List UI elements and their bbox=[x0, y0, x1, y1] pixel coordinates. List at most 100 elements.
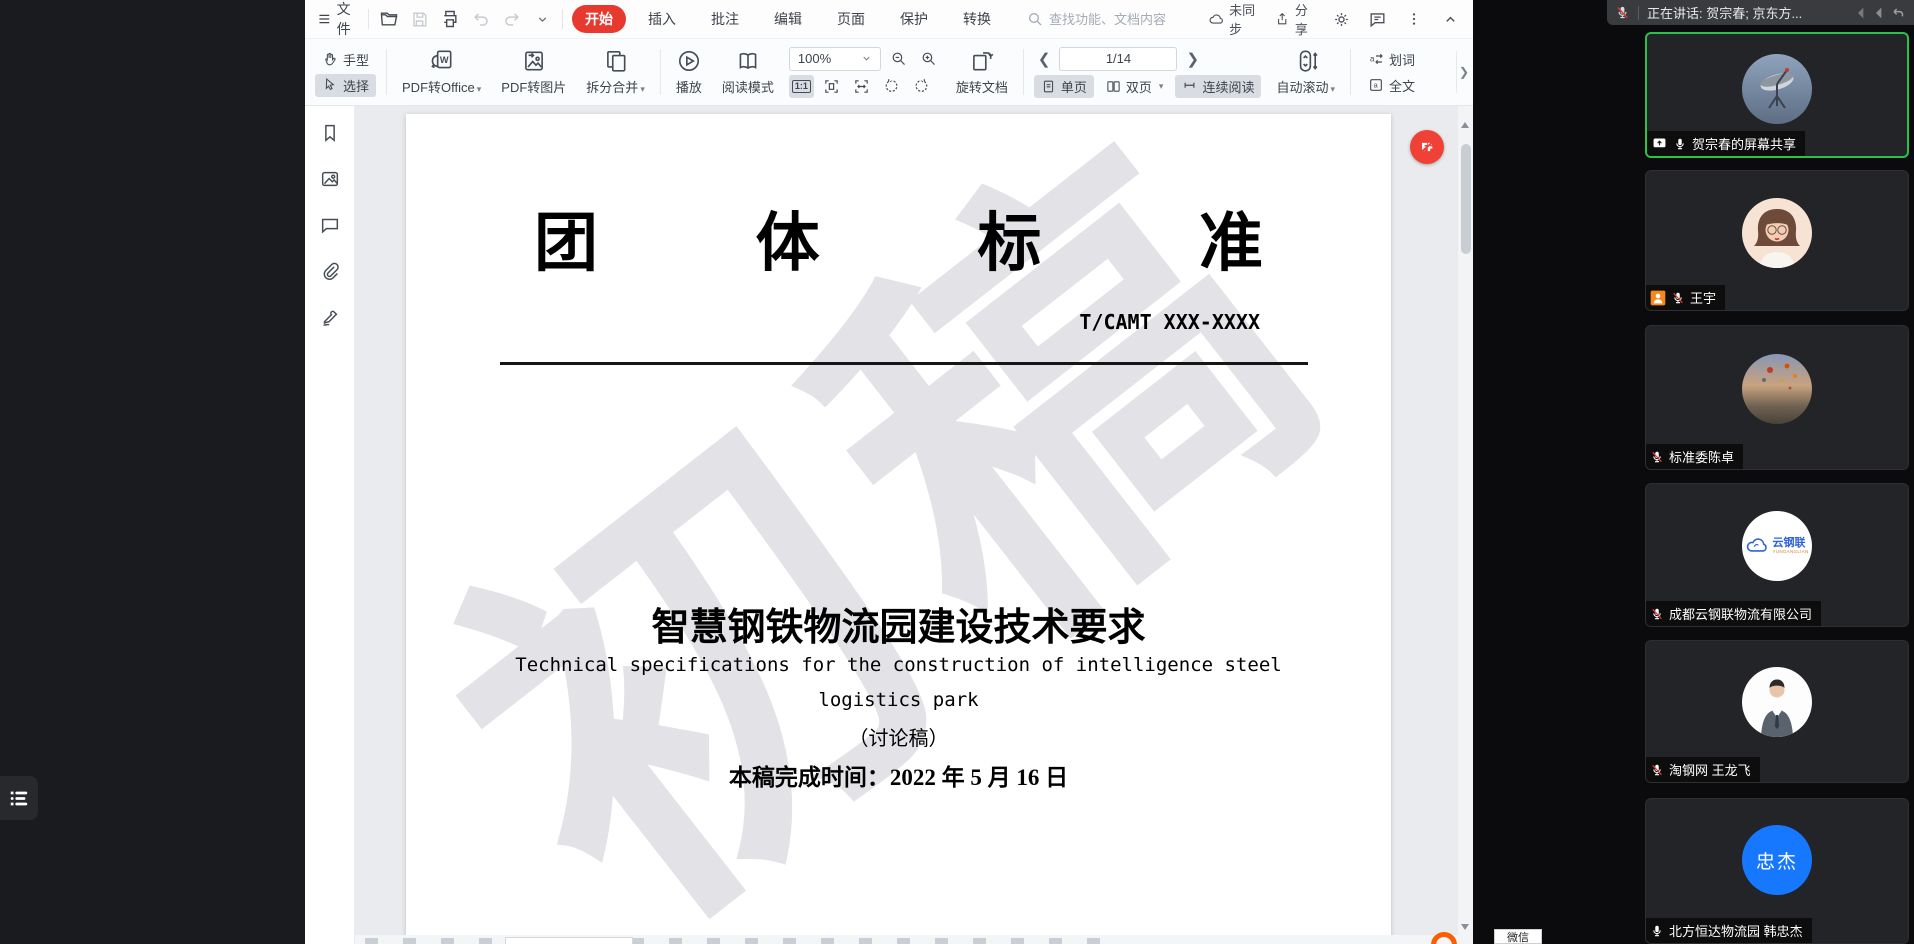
rotate-document-button[interactable]: 旋转文档 bbox=[951, 48, 1013, 96]
more-tools-expander[interactable]: ❯ bbox=[1456, 51, 1471, 93]
scroll-down-arrow[interactable] bbox=[1461, 924, 1469, 930]
attachments-panel-button[interactable] bbox=[319, 260, 341, 282]
undo-button[interactable] bbox=[470, 7, 492, 31]
fit-width-button[interactable] bbox=[849, 75, 874, 98]
settings-button[interactable] bbox=[1331, 7, 1352, 31]
actual-size-glyph: 1:1 bbox=[792, 80, 811, 93]
read-mode-button[interactable]: 阅读模式 bbox=[717, 48, 779, 96]
search-input[interactable] bbox=[1049, 12, 1199, 27]
share-button[interactable]: 分享 bbox=[1275, 0, 1315, 38]
participant-tile[interactable]: 标准委陈卓 bbox=[1645, 325, 1909, 470]
select-tool-label: 选择 bbox=[343, 76, 369, 95]
participant-tile[interactable]: 云钢联 YUNGANGLIAN 成都云钢联物流有限公司 bbox=[1645, 483, 1909, 627]
signature-panel-button[interactable] bbox=[319, 306, 341, 328]
participant-tile[interactable]: 淘钢网 王龙飞 bbox=[1645, 640, 1909, 783]
avatar: 忠杰 bbox=[1742, 825, 1812, 895]
single-page-button[interactable]: 单页 bbox=[1034, 75, 1094, 98]
participant-name: 淘钢网 王龙飞 bbox=[1669, 760, 1751, 779]
actual-size-button[interactable]: 1:1 bbox=[789, 75, 814, 98]
file-menu-button[interactable]: 文件 bbox=[317, 0, 359, 39]
double-page-icon bbox=[1106, 79, 1121, 94]
collapse-ribbon-button[interactable] bbox=[1440, 7, 1461, 31]
divider bbox=[660, 49, 661, 95]
list-icon bbox=[8, 787, 30, 809]
translate-full-button[interactable]: a 全文 bbox=[1361, 74, 1422, 97]
pdf-to-word-icon: W bbox=[429, 48, 455, 74]
play-label: 播放 bbox=[676, 77, 702, 96]
document-viewport[interactable]: 初稿 团 体 标 准 T/CAMT XXX-XXXX 智慧钢铁物流园建设技术要求… bbox=[355, 106, 1458, 944]
book-icon bbox=[735, 48, 761, 74]
participant-tile[interactable]: 忠杰 北方恒达物流园 韩忠杰 bbox=[1645, 798, 1909, 944]
split-merge-icon bbox=[603, 48, 629, 74]
select-tool-button[interactable]: 选择 bbox=[315, 74, 376, 97]
mic-on-icon bbox=[1650, 924, 1664, 938]
translate-word-label: 划词 bbox=[1389, 50, 1415, 69]
translate-word-button[interactable]: a 划词 bbox=[1361, 48, 1422, 71]
kebab-menu-icon bbox=[1406, 11, 1422, 27]
pdf-to-image-label: PDF转图片 bbox=[501, 77, 566, 96]
zoom-level-select[interactable]: 100% bbox=[789, 47, 881, 71]
menu-right-cluster: 未同步 分享 bbox=[1208, 0, 1461, 38]
split-merge-button[interactable]: 拆分合并▾ bbox=[581, 48, 650, 96]
vertical-scrollbar[interactable] bbox=[1458, 106, 1473, 944]
print-button[interactable] bbox=[440, 7, 462, 31]
auto-scroll-label: 自动滚动 bbox=[1276, 80, 1328, 95]
page-indicator[interactable]: 1/14 bbox=[1059, 47, 1177, 71]
scrollbar-thumb[interactable] bbox=[1461, 144, 1471, 254]
tab-insert[interactable]: 插入 bbox=[635, 5, 689, 33]
feedback-button[interactable] bbox=[1367, 7, 1388, 31]
zoom-in-button[interactable] bbox=[916, 47, 941, 70]
floating-tool-badge[interactable] bbox=[1410, 130, 1444, 164]
comments-panel-button[interactable] bbox=[319, 214, 341, 236]
participant-nameplate: 王宇 bbox=[1646, 285, 1725, 310]
images-panel-button[interactable] bbox=[319, 168, 341, 190]
participant-tile[interactable]: 王宇 bbox=[1645, 170, 1909, 311]
pdf-to-image-button[interactable]: PDF转图片 bbox=[496, 48, 571, 96]
play-button[interactable]: 播放 bbox=[671, 48, 707, 96]
rotate-left-button[interactable] bbox=[879, 75, 904, 98]
participant-nameplate: 贺宗春的屏幕共享 bbox=[1647, 131, 1805, 156]
continuous-read-button[interactable]: 连续阅读 bbox=[1175, 75, 1261, 98]
tab-comment[interactable]: 批注 bbox=[698, 5, 752, 33]
redo-button[interactable] bbox=[501, 7, 523, 31]
tab-convert[interactable]: 转换 bbox=[950, 5, 1004, 33]
save-icon bbox=[410, 10, 429, 29]
mic-muted-icon bbox=[1650, 763, 1664, 777]
next-page-button[interactable]: ❯ bbox=[1182, 50, 1203, 68]
cursor-icon bbox=[322, 77, 338, 93]
previous-page-button[interactable]: ❮ bbox=[1034, 50, 1055, 68]
balloons-avatar-graphic bbox=[1742, 354, 1812, 424]
participant-tile-screen-share[interactable]: 贺宗春的屏幕共享 bbox=[1645, 32, 1909, 158]
more-options-button[interactable] bbox=[1403, 7, 1424, 31]
search-icon bbox=[1027, 11, 1043, 27]
screen-share-icon bbox=[1651, 136, 1668, 151]
quick-access-dropdown[interactable] bbox=[531, 7, 553, 31]
meeting-panel-toggle-button[interactable] bbox=[0, 776, 38, 820]
bookmarks-panel-button[interactable] bbox=[319, 122, 341, 144]
fit-page-button[interactable] bbox=[819, 75, 844, 98]
rotate-ccw-icon bbox=[883, 78, 900, 95]
scroll-up-arrow[interactable] bbox=[1461, 122, 1469, 128]
sync-status-button[interactable]: 未同步 bbox=[1208, 0, 1261, 38]
hand-tool-button[interactable]: 手型 bbox=[315, 48, 376, 71]
tab-edit[interactable]: 编辑 bbox=[761, 5, 815, 33]
open-file-button[interactable] bbox=[378, 7, 400, 31]
double-page-button[interactable]: 双页 ▾ bbox=[1099, 75, 1171, 98]
participant-name: 北方恒达物流园 韩忠杰 bbox=[1669, 921, 1803, 940]
bookmark-icon bbox=[319, 122, 341, 144]
auto-scroll-icon bbox=[1293, 48, 1319, 74]
zoom-out-button[interactable] bbox=[886, 47, 911, 70]
tab-page[interactable]: 页面 bbox=[824, 5, 878, 33]
pdf-to-office-button[interactable]: W PDF转Office▾ bbox=[397, 48, 486, 96]
search-box[interactable] bbox=[1027, 11, 1199, 27]
rotate-right-button[interactable] bbox=[909, 75, 934, 98]
tab-home[interactable]: 开始 bbox=[572, 5, 626, 33]
businessman-avatar-graphic bbox=[1742, 667, 1812, 737]
tab-protect[interactable]: 保护 bbox=[887, 5, 941, 33]
heading-char: 体 bbox=[756, 192, 820, 284]
participant-nameplate: 成都云钢联物流有限公司 bbox=[1646, 601, 1821, 626]
auto-scroll-button[interactable]: 自动滚动▾ bbox=[1271, 48, 1340, 96]
undo-icon bbox=[472, 10, 491, 29]
divider bbox=[1350, 49, 1351, 95]
save-button[interactable] bbox=[409, 7, 431, 31]
